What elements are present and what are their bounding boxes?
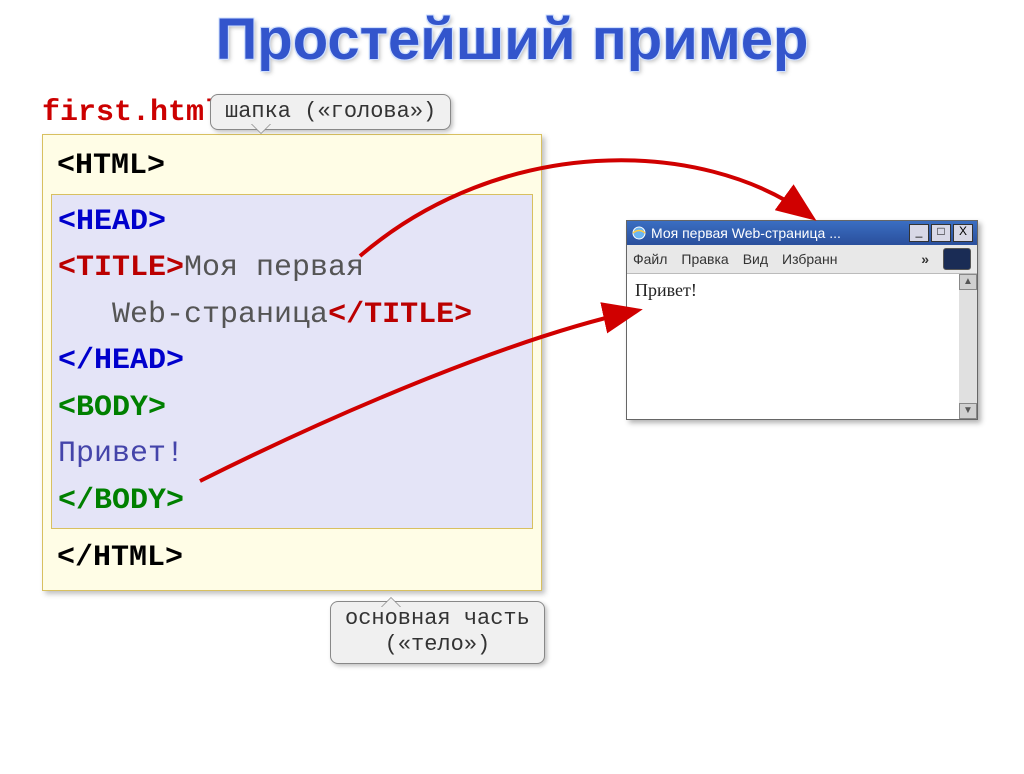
page-title: Простейший пример [0, 6, 1024, 73]
browser-title: Моя первая Web-страница ... [651, 225, 909, 241]
tag-head-open: <HEAD> [58, 205, 166, 239]
title-text-2: Web-страница [112, 298, 328, 332]
tag-body-close: </BODY> [58, 484, 184, 518]
browser-window: Моя первая Web-страница ... _ □ X Файл П… [626, 220, 978, 420]
callout-head: шапка («голова») [210, 94, 451, 130]
page-content: Привет! [635, 280, 697, 300]
menu-overflow-icon[interactable]: » [921, 251, 929, 267]
filename-label: first.html [42, 96, 222, 130]
minimize-button[interactable]: _ [909, 224, 929, 242]
browser-viewport: Привет! ▲ ▼ [627, 274, 977, 419]
callout-body-line1: основная часть [345, 606, 530, 631]
code-block: <HTML> <HEAD> <TITLE>Моя первая Web-стра… [42, 134, 542, 591]
browser-titlebar[interactable]: Моя первая Web-страница ... _ □ X [627, 221, 977, 245]
tag-title-open: <TITLE> [58, 251, 184, 285]
head-section: <HEAD> <TITLE>Моя первая Web-страница</T… [51, 194, 533, 530]
globe-icon[interactable] [943, 248, 971, 270]
title-text-1: Моя первая [184, 251, 364, 285]
menu-view[interactable]: Вид [743, 251, 768, 267]
tag-html-close: </HTML> [57, 541, 183, 575]
tag-head-close: </HEAD> [58, 344, 184, 378]
callout-body: основная часть («тело») [330, 601, 545, 664]
scrollbar-down-button[interactable]: ▼ [959, 403, 977, 419]
menu-file[interactable]: Файл [633, 251, 667, 267]
close-button[interactable]: X [953, 224, 973, 242]
callout-body-line2: («тело») [385, 632, 491, 657]
body-text: Привет! [58, 437, 184, 471]
maximize-button[interactable]: □ [931, 224, 951, 242]
ie-icon [631, 225, 647, 241]
scrollbar-up-button[interactable]: ▲ [959, 274, 977, 290]
menu-favorites[interactable]: Избранн [782, 251, 837, 267]
menu-edit[interactable]: Правка [681, 251, 728, 267]
tag-html-open: <HTML> [57, 149, 165, 183]
browser-menubar: Файл Правка Вид Избранн » [627, 245, 977, 274]
tag-body-open: <BODY> [58, 391, 166, 425]
tag-title-close: </TITLE> [328, 298, 472, 332]
